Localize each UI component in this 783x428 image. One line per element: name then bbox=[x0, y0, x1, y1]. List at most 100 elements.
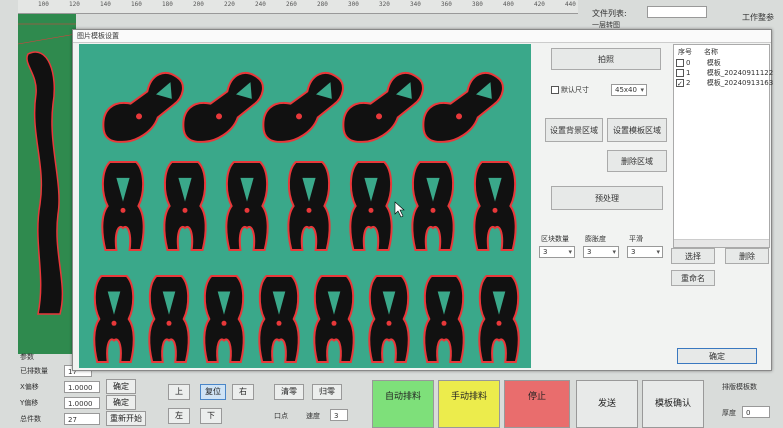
list-item[interactable]: 0 模板 bbox=[676, 58, 721, 68]
stop-button[interactable]: 停止 bbox=[504, 380, 570, 428]
select-template-button[interactable]: 选择 bbox=[671, 248, 715, 264]
dilation-select[interactable]: 3 ▾ bbox=[583, 246, 619, 258]
jog-right-button[interactable]: 右 bbox=[232, 384, 254, 400]
ruler-tick: 220 bbox=[224, 1, 235, 8]
camera-preview[interactable] bbox=[79, 44, 531, 368]
block-count-select[interactable]: 3 ▾ bbox=[539, 246, 575, 258]
list-item[interactable]: ✓ 2 模板_20240913163 bbox=[676, 78, 773, 88]
confirm-x-button[interactable]: 确定 bbox=[106, 379, 136, 394]
list-header-index: 序号 bbox=[678, 48, 692, 56]
list-header-name: 名称 bbox=[704, 48, 718, 56]
jog-down-button[interactable]: 下 bbox=[200, 408, 222, 424]
part-clip bbox=[423, 275, 465, 363]
template-settings-dialog: 图片模板设置 拍照 默认尺寸 45x40 ▾ 设置背景区域 设置模板区域 删除区… bbox=[72, 29, 773, 371]
chevron-down-icon: ▾ bbox=[568, 248, 572, 256]
speed-input[interactable]: 3 bbox=[330, 409, 348, 421]
template-confirm-button[interactable]: 模板确认 bbox=[642, 380, 704, 428]
param-label: X偏移 bbox=[20, 383, 39, 391]
list-item-checkbox[interactable] bbox=[676, 69, 684, 77]
top-ruler: 100 120 140 160 180 200 220 240 260 280 300 320 340 3… bbox=[18, 0, 578, 14]
block-count-value: 3 bbox=[543, 248, 548, 256]
ruler-tick: 400 bbox=[503, 1, 514, 8]
chevron-down-icon: ▾ bbox=[640, 86, 644, 94]
part-clip bbox=[473, 161, 517, 251]
smooth-value: 3 bbox=[631, 248, 636, 256]
ruler-tick: 240 bbox=[255, 1, 266, 8]
template-list[interactable]: 序号 名称 0 模板 1 模板_20240911122 ✓ 2 模板_202409… bbox=[673, 44, 773, 248]
list-item-checkbox[interactable] bbox=[676, 59, 684, 67]
auto-nest-button[interactable]: 自动排料 bbox=[372, 380, 434, 428]
param-label: 已排数量 bbox=[20, 367, 48, 375]
part-wrench bbox=[422, 72, 504, 143]
thickness-input[interactable]: 0 bbox=[742, 406, 770, 418]
part-wrench bbox=[102, 72, 184, 143]
smooth-label: 平滑 bbox=[629, 235, 643, 243]
ruler-tick: 120 bbox=[69, 1, 80, 8]
default-size-checkbox[interactable] bbox=[551, 86, 559, 94]
canvas-part-preview bbox=[18, 23, 76, 315]
set-template-area-button[interactable]: 设置模板区域 bbox=[607, 118, 667, 142]
home-button[interactable]: 复位 bbox=[200, 384, 226, 400]
speed-label: 速度 bbox=[306, 412, 320, 420]
confirm-button[interactable]: 确定 bbox=[677, 348, 757, 364]
confirm-y-button[interactable]: 确定 bbox=[106, 395, 136, 410]
param-input[interactable]: 27 bbox=[64, 413, 100, 425]
clear-button[interactable]: 清零 bbox=[274, 384, 304, 400]
ruler-tick: 280 bbox=[317, 1, 328, 8]
size-select-value: 45x40 bbox=[615, 86, 637, 94]
chevron-down-icon: ▾ bbox=[612, 248, 616, 256]
ruler-tick: 200 bbox=[193, 1, 204, 8]
part-wrench bbox=[342, 72, 424, 143]
file-list-area: 文件列表: 工作整参 一层转图 bbox=[592, 6, 782, 30]
delete-area-button[interactable]: 删除区域 bbox=[607, 150, 667, 172]
param-input[interactable]: 1.0000 bbox=[64, 397, 100, 409]
send-button[interactable]: 发送 bbox=[576, 380, 638, 428]
jog-left-button[interactable]: 左 bbox=[168, 408, 190, 424]
jog-up-button[interactable]: 上 bbox=[168, 384, 190, 400]
part-clip bbox=[163, 161, 207, 251]
delete-template-button[interactable]: 删除 bbox=[725, 248, 769, 264]
list-item-name: 模板 bbox=[706, 59, 721, 67]
dilation-label: 膨胀度 bbox=[585, 235, 606, 243]
ruler-tick: 360 bbox=[441, 1, 452, 8]
part-wrench bbox=[182, 72, 264, 143]
capture-button[interactable]: 拍照 bbox=[551, 48, 661, 70]
part-clip bbox=[478, 275, 520, 363]
file-list-label: 文件列表: bbox=[592, 9, 627, 18]
ruler-tick: 260 bbox=[286, 1, 297, 8]
part-clip bbox=[203, 275, 245, 363]
parameter-section-label: 参数 bbox=[20, 353, 34, 361]
part-wrench bbox=[262, 72, 344, 143]
block-count-label: 区块数量 bbox=[541, 235, 569, 243]
list-item-index: 2 bbox=[686, 79, 691, 87]
chevron-down-icon: ▾ bbox=[656, 248, 660, 256]
restart-button[interactable]: 重新开始 bbox=[106, 411, 146, 426]
set-background-area-button[interactable]: 设置背景区域 bbox=[545, 118, 603, 142]
rename-template-button[interactable]: 重命名 bbox=[671, 270, 715, 286]
preprocess-button[interactable]: 预处理 bbox=[551, 186, 663, 210]
work-canvas-left bbox=[18, 14, 76, 354]
smooth-select[interactable]: 3 ▾ bbox=[627, 246, 663, 258]
ruler-tick: 440 bbox=[565, 1, 576, 8]
size-select[interactable]: 45x40 ▾ bbox=[611, 84, 647, 96]
ruler-tick: 380 bbox=[472, 1, 483, 8]
file-list-input[interactable] bbox=[647, 6, 707, 18]
dilation-value: 3 bbox=[587, 248, 592, 256]
default-size-label: 默认尺寸 bbox=[561, 86, 589, 94]
ruler-tick: 320 bbox=[379, 1, 390, 8]
ruler-tick: 180 bbox=[162, 1, 173, 8]
ruler-tick: 160 bbox=[131, 1, 142, 8]
part-clip bbox=[368, 275, 410, 363]
list-item[interactable]: 1 模板_20240911122 bbox=[676, 68, 773, 78]
zero-button[interactable]: 归零 bbox=[312, 384, 342, 400]
list-item-checkbox[interactable]: ✓ bbox=[676, 79, 684, 88]
part-clip bbox=[148, 275, 190, 363]
jog-toolbar: 上 复位 右 左 下 清零 归零 口点 速度 3 bbox=[168, 384, 368, 428]
list-scrollbar[interactable] bbox=[674, 239, 769, 247]
ruler-tick: 140 bbox=[100, 1, 111, 8]
param-label: Y偏移 bbox=[20, 399, 39, 407]
manual-nest-button[interactable]: 手动排料 bbox=[438, 380, 500, 428]
param-input[interactable]: 1.0000 bbox=[64, 381, 100, 393]
part-clip bbox=[93, 275, 135, 363]
machine-label: 工作整参 bbox=[742, 13, 774, 22]
